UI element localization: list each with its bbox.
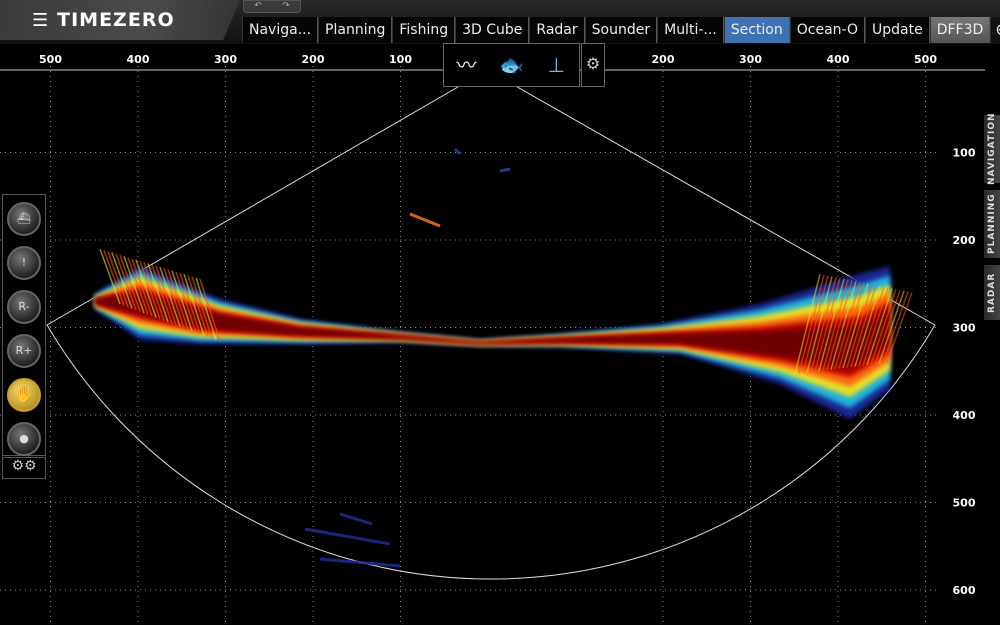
side-tab-navigation[interactable]: NAVIGATION bbox=[984, 113, 1000, 185]
tab-dff3d[interactable]: DFF3D bbox=[929, 17, 991, 43]
x-tick-label: 400 bbox=[127, 53, 150, 66]
boat-icon[interactable]: ⛴ bbox=[7, 202, 41, 236]
tab-naviga[interactable]: Naviga... bbox=[242, 17, 319, 43]
fish-echo bbox=[409, 212, 441, 228]
side-tab-planning[interactable]: PLANNING bbox=[984, 190, 1000, 258]
tab-3d-cube[interactable]: 3D Cube bbox=[455, 17, 530, 43]
eraser-icon[interactable]: ● bbox=[7, 422, 41, 456]
x-tick-label: 300 bbox=[739, 53, 762, 66]
fish-echo bbox=[339, 512, 373, 526]
profile-cursor-icon[interactable]: 〰 bbox=[450, 48, 484, 82]
fish-echo bbox=[499, 167, 511, 173]
app-logo[interactable]: ☰ TIMEZERO bbox=[0, 0, 240, 40]
y-tick-label: 200 bbox=[953, 234, 976, 247]
range-minus-icon[interactable]: R- bbox=[7, 290, 41, 324]
plus-circle-icon[interactable]: ⊕ bbox=[990, 17, 1000, 43]
gears-lock-icon[interactable]: ⚙ bbox=[581, 43, 605, 87]
profile-scale-icon[interactable]: ⊥ bbox=[540, 48, 574, 82]
tab-sounder[interactable]: Sounder bbox=[584, 17, 658, 43]
redo-icon[interactable]: ↷ bbox=[272, 1, 300, 12]
tab-fishing[interactable]: Fishing bbox=[392, 17, 456, 43]
y-tick-label: 600 bbox=[953, 584, 976, 597]
tab-radar[interactable]: Radar bbox=[529, 17, 585, 43]
undo-redo-group: ↶ ↷ bbox=[243, 0, 301, 13]
y-tick-label: 500 bbox=[953, 497, 976, 510]
profile-toolbar: 〰 🐟 ⊥ bbox=[443, 43, 580, 87]
tab-update[interactable]: Update bbox=[865, 17, 930, 43]
y-tick-label: 100 bbox=[953, 147, 976, 160]
side-tab-radar[interactable]: RADAR bbox=[984, 265, 1000, 320]
fish-echo bbox=[304, 527, 391, 546]
tab-planning[interactable]: Planning bbox=[318, 17, 393, 43]
x-tick-label: 400 bbox=[827, 53, 850, 66]
tab-ocean-o[interactable]: Ocean-O bbox=[789, 17, 865, 43]
hamburger-icon[interactable]: ☰ bbox=[32, 10, 49, 31]
tab-section[interactable]: Section bbox=[723, 17, 790, 43]
y-tick-label: 300 bbox=[953, 322, 976, 335]
x-tick-label: 200 bbox=[652, 53, 675, 66]
x-tick-label: 500 bbox=[914, 53, 937, 66]
x-tick-label: 300 bbox=[214, 53, 237, 66]
pan-hand-icon[interactable]: ✋ bbox=[7, 378, 41, 412]
fish-echo bbox=[453, 147, 462, 156]
undo-icon[interactable]: ↶ bbox=[244, 1, 272, 12]
x-tick-label: 500 bbox=[39, 53, 62, 66]
tab-multi[interactable]: Multi-... bbox=[657, 17, 724, 43]
x-tick-label: 100 bbox=[389, 53, 412, 66]
workspace-tabs: Naviga... Planning Fishing 3D Cube Radar Soun… bbox=[242, 17, 1000, 43]
gears-lock-icon[interactable]: ⚙⚙ bbox=[2, 457, 46, 479]
fish-echo bbox=[319, 557, 401, 568]
range-plus-icon[interactable]: R+ bbox=[7, 334, 41, 368]
marker-icon[interactable]: ! bbox=[7, 246, 41, 280]
left-toolbar: ⛴ ! R- R+ ✋ ● bbox=[2, 194, 46, 456]
fish-profile-icon[interactable]: 🐟 bbox=[495, 48, 529, 82]
y-tick-label: 400 bbox=[953, 409, 976, 422]
x-tick-label: 200 bbox=[302, 53, 325, 66]
section-view[interactable]: 500 400 300 200 100 200 300 400 500 100 200 300 400 5… bbox=[0, 44, 1000, 625]
logo-text: TIMEZERO bbox=[57, 9, 175, 31]
